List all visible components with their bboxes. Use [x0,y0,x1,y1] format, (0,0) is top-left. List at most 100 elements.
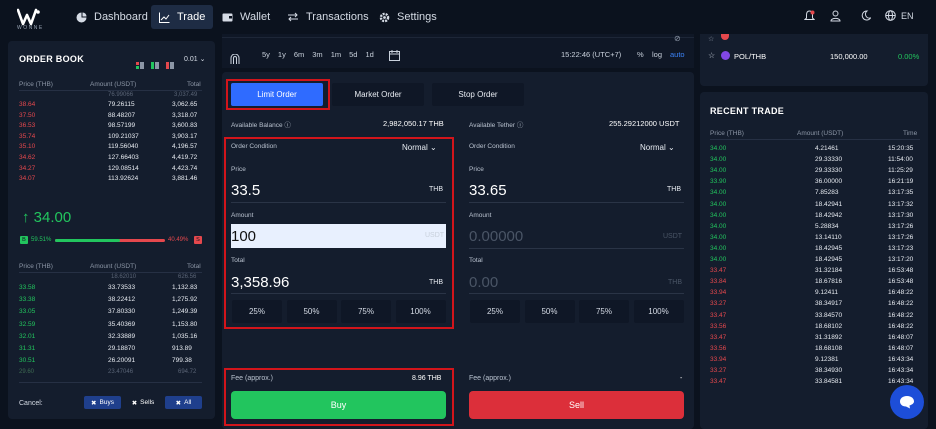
nav-dashboard[interactable]: Dashboard [68,5,156,29]
sell-amount-input[interactable]: 0.00000 [469,228,523,245]
ask-amount: 98.57199 [108,122,136,130]
calendar-icon[interactable] [389,48,400,66]
ask-amount: 119.56040 [108,143,139,151]
ask-price[interactable]: 34.27 [19,165,35,172]
bid-amount: 33.73533 [108,284,136,291]
trade-amount: 31.31892 [815,333,843,341]
ratio-bar-buy-fill [55,239,121,242]
sell-button[interactable]: Sell [469,391,684,419]
view-asks-icon[interactable] [166,56,174,74]
nav-trade[interactable]: Trade [151,5,214,29]
buy-order-condition-label: Order Condition [231,143,277,150]
ask-price[interactable]: 35.10 [19,143,35,150]
ask-amount: 129.08514 [108,164,139,172]
chevron-down-icon: ⌄ [668,143,675,152]
star-icon[interactable]: ☆ [708,51,715,60]
trade-amount: 33.84581 [815,378,843,386]
user-icon[interactable] [830,10,841,25]
ask-price[interactable]: 34.62 [19,154,35,161]
range-3m[interactable]: 3m [312,50,322,59]
buy-button[interactable]: Buy [231,391,446,419]
language-label[interactable]: EN [901,11,914,21]
range-1y[interactable]: 1y [278,50,286,59]
trade-time: 13:17:30 [888,211,914,219]
ask-total: 4,419.72 [172,154,198,161]
ask-price[interactable]: 38.64 [19,101,35,108]
trade-amount: 9.12381 [815,355,839,363]
auto-toggle[interactable]: auto [670,50,685,59]
nav-transactions[interactable]: Transactions [279,5,377,29]
bid-price[interactable]: 33.05 [19,308,35,315]
divider [469,293,684,294]
buy-pct-50-button[interactable]: 50% [286,300,337,323]
buy-amount-input[interactable] [231,224,446,248]
cancel-sells-button[interactable]: ✖ Sells [127,396,159,409]
bid-price[interactable]: 32.01 [19,333,35,340]
brand-name: WONNE [17,25,44,31]
buy-pct-75-button[interactable]: 75% [341,300,391,323]
buy-fee-value: 8.96 THB [412,375,442,382]
ob-bid-header-total: Total [187,263,201,270]
sell-pct-50-button[interactable]: 50% [524,300,575,323]
cancel-sells-label: Sells [140,399,155,406]
sell-total-input[interactable]: 0.00 [469,274,498,291]
precision-select[interactable]: 0.01 ⌄ [184,55,205,63]
watchlist-pair[interactable]: POL/THB [734,52,766,61]
sell-price-input[interactable]: 33.65 [469,182,507,199]
moon-icon[interactable] [861,10,872,24]
trade-time: 16:43:34 [888,378,914,386]
log-toggle[interactable]: log [652,50,662,59]
bid-price[interactable]: 32.59 [19,321,35,328]
chart-clock: 15:22:46 (UTC+7) [561,50,622,59]
range-5d[interactable]: 5d [349,50,357,59]
globe-icon[interactable] [885,10,896,24]
bell-icon[interactable] [803,10,816,25]
chat-button[interactable] [890,385,924,419]
buy-total-input[interactable]: 3,358.96 [231,274,289,291]
bid-price[interactable]: 30.51 [19,357,35,364]
percent-toggle[interactable]: % [637,50,644,59]
ask-price[interactable]: 36.53 [19,122,35,129]
buy-pct-25-button[interactable]: 25% [232,300,282,323]
bid-price[interactable]: 31.31 [19,345,35,352]
ask-price[interactable]: 35.74 [19,133,35,140]
range-1d[interactable]: 1d [365,50,373,59]
settings-circle-icon[interactable]: ⊘ [674,34,681,43]
trade-amount: 18.42945 [815,256,843,263]
tab-stop-order[interactable]: Stop Order [432,83,524,106]
bid-price[interactable]: 33.38 [19,296,35,303]
bid-total: 799.38 [172,357,192,365]
ob-header-total: Total [187,81,201,88]
sell-pct-100-button[interactable]: 100% [633,300,684,323]
rt-header-time: Time [903,130,918,137]
trade-time: 16:48:07 [888,333,914,341]
ratio-bar [55,239,165,242]
sell-pct-75-button[interactable]: 75% [579,300,629,323]
view-both-icon[interactable] [136,56,144,69]
nav-wallet[interactable]: Wallet [214,5,278,29]
star-icon[interactable]: ☆ [708,35,714,43]
nav-settings[interactable]: Settings [371,5,445,29]
cancel-buys-button[interactable]: ✖ Buys [84,396,121,409]
tab-market-order[interactable]: Market Order [332,83,424,106]
range-5y[interactable]: 5y [262,50,270,59]
ask-price[interactable]: 34.07 [19,175,35,182]
ask-price[interactable]: 37.50 [19,112,35,119]
sell-fee-value: - [680,375,683,382]
trade-amount: 38.34930 [815,367,843,374]
ask-total: 4,196.57 [172,143,198,151]
last-price: ↑ 34.00 [22,209,72,226]
view-bids-icon[interactable] [151,56,159,74]
buy-pct-100-button[interactable]: 100% [395,300,446,323]
sell-pct-25-button[interactable]: 25% [470,300,520,323]
range-6m[interactable]: 6m [294,50,304,59]
nav-dashboard-label: Dashboard [94,11,148,23]
magnet-icon[interactable] [230,51,240,69]
sell-order-condition-select[interactable]: Normal ⌄ [640,143,675,152]
buy-price-input[interactable]: 33.5 [231,182,260,199]
range-1m[interactable]: 1m [331,50,341,59]
bid-price[interactable]: 33.58 [19,284,35,291]
cancel-all-button[interactable]: ✖ All [165,396,202,409]
tab-limit-order[interactable]: Limit Order [231,83,323,106]
buy-order-condition-select[interactable]: Normal ⌄ [402,143,437,152]
